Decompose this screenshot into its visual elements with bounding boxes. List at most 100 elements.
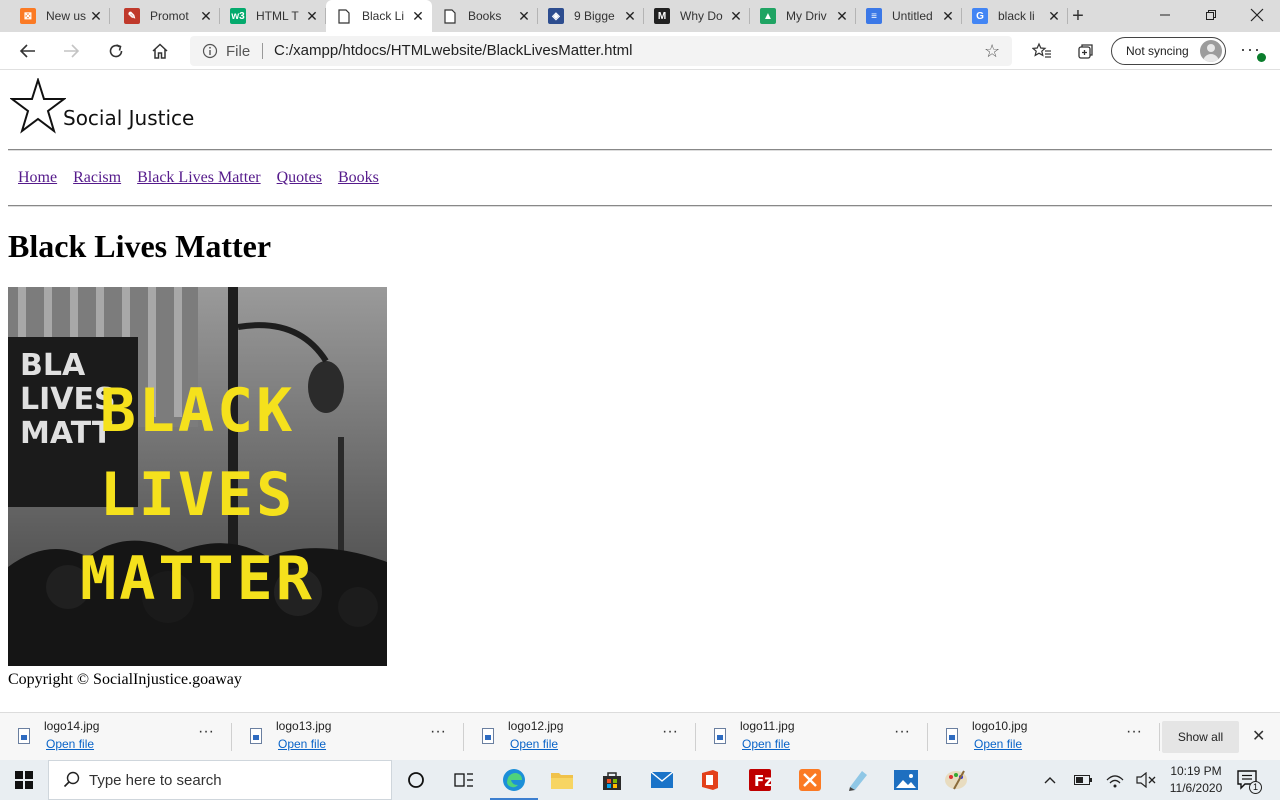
cortana-button[interactable] bbox=[402, 766, 430, 794]
tab-9[interactable]: ≡ Untitled ✕ bbox=[856, 0, 962, 32]
image-file-icon bbox=[714, 728, 726, 744]
task-view-button[interactable] bbox=[450, 766, 478, 794]
windows-logo-icon bbox=[15, 771, 33, 789]
tab-10[interactable]: Gblack li ✕ bbox=[962, 0, 1068, 32]
close-icon bbox=[1250, 8, 1264, 22]
download-item[interactable]: logo11.jpg Open file ··· bbox=[696, 713, 928, 761]
taskbar-edge[interactable] bbox=[490, 766, 538, 800]
restore-button[interactable] bbox=[1188, 0, 1234, 30]
new-tab-button[interactable]: + bbox=[1066, 4, 1090, 28]
page-title: Black Lives Matter bbox=[8, 228, 272, 264]
tab-close-icon[interactable]: ✕ bbox=[1046, 8, 1062, 24]
poster-line: MATTER bbox=[80, 544, 315, 614]
tab-close-icon[interactable]: ✕ bbox=[940, 8, 956, 24]
tab-3[interactable]: w3 HTML T ✕ bbox=[220, 0, 326, 32]
taskbar-office[interactable] bbox=[696, 766, 724, 794]
tab-close-icon[interactable]: ✕ bbox=[304, 8, 320, 24]
close-downloads-bar-button[interactable]: ✕ bbox=[1252, 726, 1265, 746]
google-icon: G bbox=[972, 8, 988, 24]
tab-7[interactable]: M Why Do ✕ bbox=[644, 0, 750, 32]
taskbar-file-explorer[interactable] bbox=[548, 766, 576, 794]
arrow-right-icon bbox=[64, 44, 80, 58]
download-item[interactable]: logo10.jpg Open file ··· bbox=[928, 713, 1160, 761]
start-button[interactable] bbox=[0, 760, 48, 800]
info-icon[interactable] bbox=[202, 43, 218, 59]
taskbar-notepad[interactable] bbox=[844, 766, 872, 794]
download-more-options-button[interactable]: ··· bbox=[1126, 723, 1142, 741]
taskbar-search-box[interactable]: Type here to search bbox=[48, 760, 392, 800]
volume-button[interactable] bbox=[1134, 760, 1158, 800]
minimize-button[interactable] bbox=[1142, 0, 1188, 30]
taskbar-mail[interactable] bbox=[648, 766, 676, 794]
tab-close-icon[interactable]: ✕ bbox=[728, 8, 744, 24]
tab-8[interactable]: ▲ My Driv ✕ bbox=[750, 0, 856, 32]
tab-close-icon[interactable]: ✕ bbox=[622, 8, 638, 24]
browser-toolbar: File C:/xampp/htdocs/HTMLwebsite/BlackLi… bbox=[0, 32, 1280, 70]
download-more-options-button[interactable]: ··· bbox=[198, 723, 214, 741]
tab-close-icon[interactable]: ✕ bbox=[198, 8, 214, 24]
xampp-icon: ⊠ bbox=[20, 8, 36, 24]
wifi-button[interactable] bbox=[1104, 760, 1126, 800]
nav-link-quotes[interactable]: Quotes bbox=[277, 169, 322, 186]
tab-close-icon[interactable]: ✕ bbox=[88, 8, 104, 24]
taskbar-paint[interactable] bbox=[942, 766, 970, 794]
open-file-link[interactable]: Open file bbox=[742, 737, 790, 751]
address-separator bbox=[262, 43, 263, 59]
tab-close-icon[interactable]: ✕ bbox=[516, 8, 532, 24]
collections-button[interactable] bbox=[1072, 37, 1100, 65]
battery-button[interactable] bbox=[1072, 760, 1094, 800]
nav-link-home[interactable]: Home bbox=[18, 169, 57, 186]
download-more-options-button[interactable]: ··· bbox=[894, 723, 910, 741]
google-drive-icon: ▲ bbox=[760, 8, 776, 24]
tab-5[interactable]: Books ✕ bbox=[432, 0, 538, 32]
wifi-icon bbox=[1106, 775, 1124, 788]
svg-text:Fz: Fz bbox=[754, 772, 771, 790]
open-file-link[interactable]: Open file bbox=[510, 737, 558, 751]
shield-icon: ◈ bbox=[548, 8, 564, 24]
favorites-button[interactable] bbox=[1028, 37, 1056, 65]
footer-copyright: Copyright © SocialInjustice.goaway bbox=[8, 671, 242, 688]
download-more-options-button[interactable]: ··· bbox=[430, 723, 446, 741]
favorite-star-icon[interactable]: ☆ bbox=[984, 41, 1000, 62]
back-button[interactable] bbox=[14, 37, 42, 65]
url-text[interactable]: C:/xampp/htdocs/HTMLwebsite/BlackLivesMa… bbox=[274, 42, 632, 59]
notepad-icon bbox=[849, 771, 867, 791]
download-more-options-button[interactable]: ··· bbox=[662, 723, 678, 741]
clock-date: 11/6/2020 bbox=[1169, 781, 1223, 795]
site-name: Social Justice bbox=[63, 106, 195, 130]
address-bar[interactable]: File C:/xampp/htdocs/HTMLwebsite/BlackLi… bbox=[190, 36, 1012, 66]
restore-icon bbox=[1206, 10, 1216, 20]
tab-2[interactable]: ✎ Promot ✕ bbox=[114, 0, 220, 32]
tab-close-icon[interactable]: ✕ bbox=[834, 8, 850, 24]
nav-link-black-lives-matter[interactable]: Black Lives Matter bbox=[137, 169, 261, 186]
close-window-button[interactable] bbox=[1234, 0, 1280, 30]
taskbar-store[interactable] bbox=[598, 766, 626, 794]
tab-4[interactable]: Black Li ✕ bbox=[326, 0, 432, 32]
battery-icon bbox=[1074, 775, 1092, 785]
taskbar-photos[interactable] bbox=[892, 766, 920, 794]
refresh-button[interactable] bbox=[102, 37, 130, 65]
nav-link-books[interactable]: Books bbox=[338, 169, 379, 186]
home-button[interactable] bbox=[146, 37, 174, 65]
open-file-link[interactable]: Open file bbox=[974, 737, 1022, 751]
open-file-link[interactable]: Open file bbox=[46, 737, 94, 751]
tab-1[interactable]: ⊠ New us ✕ bbox=[10, 0, 110, 32]
download-item[interactable]: logo13.jpg Open file ··· bbox=[232, 713, 464, 761]
tab-label: New us bbox=[46, 9, 87, 23]
download-item[interactable]: logo12.jpg Open file ··· bbox=[464, 713, 696, 761]
w3schools-icon: w3 bbox=[230, 8, 246, 24]
open-file-link[interactable]: Open file bbox=[278, 737, 326, 751]
profile-sync-button[interactable]: Not syncing bbox=[1111, 37, 1226, 65]
tab-close-icon[interactable]: ✕ bbox=[410, 8, 426, 24]
action-center-button[interactable]: 1 bbox=[1236, 768, 1262, 794]
taskbar-xampp[interactable] bbox=[796, 766, 824, 794]
forward-button[interactable] bbox=[57, 37, 85, 65]
taskbar-filezilla[interactable]: Fz bbox=[746, 766, 774, 794]
download-item[interactable]: logo14.jpg Open file ··· bbox=[0, 713, 232, 761]
show-all-downloads-button[interactable]: Show all bbox=[1162, 721, 1239, 753]
taskbar-clock[interactable]: 10:19 PM 11/6/2020 bbox=[1168, 763, 1224, 797]
nav-link-racism[interactable]: Racism bbox=[73, 169, 121, 186]
tab-6[interactable]: ◈ 9 Bigge ✕ bbox=[538, 0, 644, 32]
show-hidden-icons-button[interactable] bbox=[1040, 760, 1060, 800]
page-icon bbox=[442, 8, 458, 24]
